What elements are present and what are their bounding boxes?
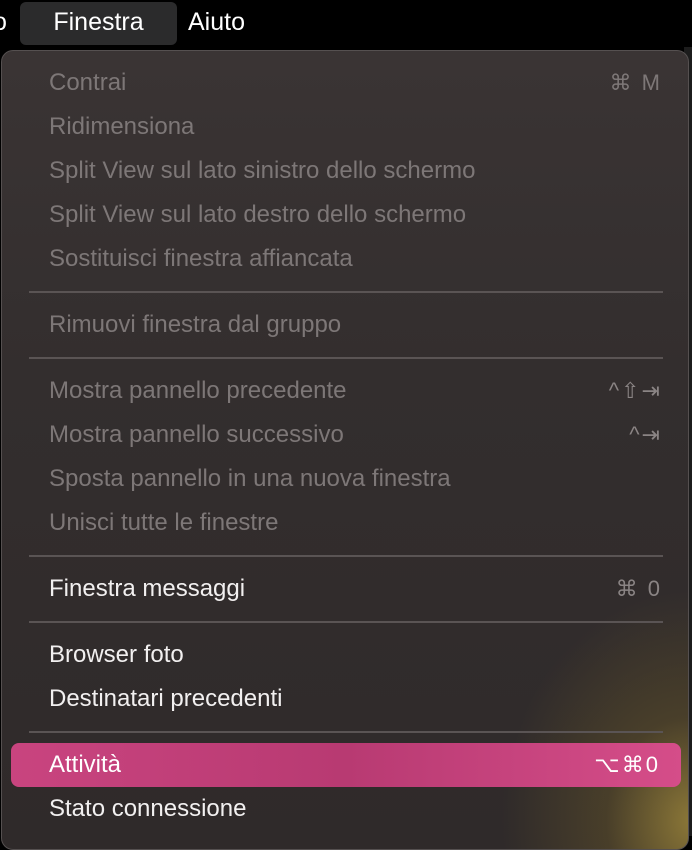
menu-item-split-view-right[interactable]: Split View sul lato destro dello schermo [2, 193, 688, 237]
menu-separator [29, 555, 663, 557]
menu-separator [29, 291, 663, 293]
menu-item-label: Stato connessione [49, 795, 247, 822]
menu-item-label: Sostituisci finestra affiancata [49, 245, 353, 272]
menu-item-shortcut: ^⇧⇥ [608, 378, 662, 403]
menu-item-ridimensiona[interactable]: Ridimensiona [2, 105, 688, 149]
menu-item-shortcut: ⌥⌘0 [594, 752, 660, 777]
menu-item-attivita[interactable]: Attività ⌥⌘0 [11, 743, 681, 787]
menu-separator [29, 731, 663, 733]
menu-item-pannello-precedente[interactable]: Mostra pannello precedente ^⇧⇥ [2, 369, 688, 413]
menubar-item-finestra[interactable]: Finestra [20, 2, 177, 45]
menu-item-contrai[interactable]: Contrai ⌘ M [2, 61, 688, 105]
menu-item-label: Attività [49, 751, 122, 778]
menu-item-label: Ridimensiona [49, 113, 195, 140]
menu-item-split-view-left[interactable]: Split View sul lato sinistro dello scher… [2, 149, 688, 193]
menu-item-label: Browser foto [49, 641, 184, 668]
menu-item-label: Rimuovi finestra dal gruppo [49, 311, 342, 338]
menu-separator [29, 621, 663, 623]
menu-item-shortcut: ^⇥ [629, 422, 662, 447]
menu-item-label: Contrai [49, 69, 127, 96]
menu-item-rimuovi-finestra[interactable]: Rimuovi finestra dal gruppo [2, 303, 688, 347]
menu-item-sposta-pannello[interactable]: Sposta pannello in una nuova finestra [2, 457, 688, 501]
menu-bar: o Finestra Aiuto [0, 0, 692, 47]
finestra-dropdown-menu: Contrai ⌘ M Ridimensiona Split View sul … [1, 50, 689, 850]
menu-item-browser-foto[interactable]: Browser foto [2, 633, 688, 677]
menubar-item-aiuto[interactable]: Aiuto [188, 0, 245, 47]
menu-item-shortcut: ⌘ 0 [615, 576, 662, 601]
menu-separator [29, 357, 663, 359]
menu-item-label: Split View sul lato destro dello schermo [49, 201, 467, 228]
menu-item-finestra-messaggi[interactable]: Finestra messaggi ⌘ 0 [2, 567, 688, 611]
menu-item-label: Unisci tutte le finestre [49, 509, 279, 536]
menu-item-label: Finestra messaggi [49, 575, 246, 602]
menu-item-label: Sposta pannello in una nuova finestra [49, 465, 451, 492]
menubar-item-previous[interactable]: o [0, 0, 7, 47]
menu-item-shortcut: ⌘ M [609, 70, 662, 95]
menu-item-unisci-finestre[interactable]: Unisci tutte le finestre [2, 501, 688, 545]
menu-item-pannello-successivo[interactable]: Mostra pannello successivo ^⇥ [2, 413, 688, 457]
menu-item-label: Mostra pannello precedente [49, 377, 347, 404]
menu-item-destinatari-precedenti[interactable]: Destinatari precedenti [2, 677, 688, 721]
menu-item-label: Split View sul lato sinistro dello scher… [49, 157, 476, 184]
menu-item-label: Destinatari precedenti [49, 685, 283, 712]
menu-item-sostituisci-finestra[interactable]: Sostituisci finestra affiancata [2, 237, 688, 281]
menu-item-stato-connessione[interactable]: Stato connessione [2, 787, 688, 831]
menu-item-label: Mostra pannello successivo [49, 421, 344, 448]
